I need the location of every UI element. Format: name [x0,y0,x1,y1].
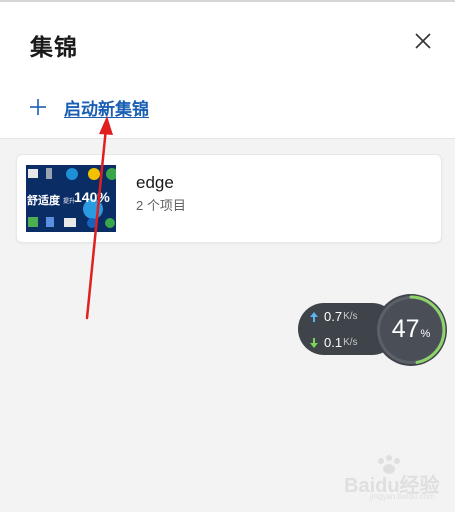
upload-speed: 0.7 K/s [310,309,358,324]
usage-percent-sign: % [420,328,431,340]
plus-icon [30,99,46,115]
start-new-collection-button[interactable]: 启动新集锦 [28,92,149,122]
thumb-caption: 舒适度 [27,195,60,207]
download-speed-unit: K/s [343,337,358,348]
thumb-number: 140% [74,189,110,205]
panel-title: 集锦 [30,34,78,60]
download-speed-value: 0.1 [324,335,343,350]
download-speed: 0.1 K/s [310,335,358,350]
upload-speed-unit: K/s [343,311,358,322]
watermark: Baidu经验 jingyan.baidu.com [336,455,448,505]
collection-item-count: 2 个项目 [136,198,186,213]
download-arrow-icon [310,337,318,348]
usage-percent: 47% [374,315,448,344]
collection-card-edge[interactable]: 舒适度 提升 140% edge 2 个项目 [16,154,442,243]
close-icon [415,33,431,49]
upload-arrow-icon [310,311,318,322]
watermark-subtext: jingyan.baidu.com [370,492,435,501]
start-new-collection-label: 启动新集锦 [64,99,149,119]
upload-speed-value: 0.7 [324,309,343,324]
close-button[interactable] [410,28,436,54]
usage-percent-value: 47 [391,315,420,343]
collection-name: edge [136,173,174,192]
network-monitor-widget[interactable]: 0.7 K/s 0.1 K/s 47% [298,291,448,369]
memory-usage-gauge[interactable]: 47% [374,291,448,369]
collections-header: 集锦 启动新集锦 [0,2,455,139]
collection-thumbnail: 舒适度 提升 140% [26,165,116,232]
